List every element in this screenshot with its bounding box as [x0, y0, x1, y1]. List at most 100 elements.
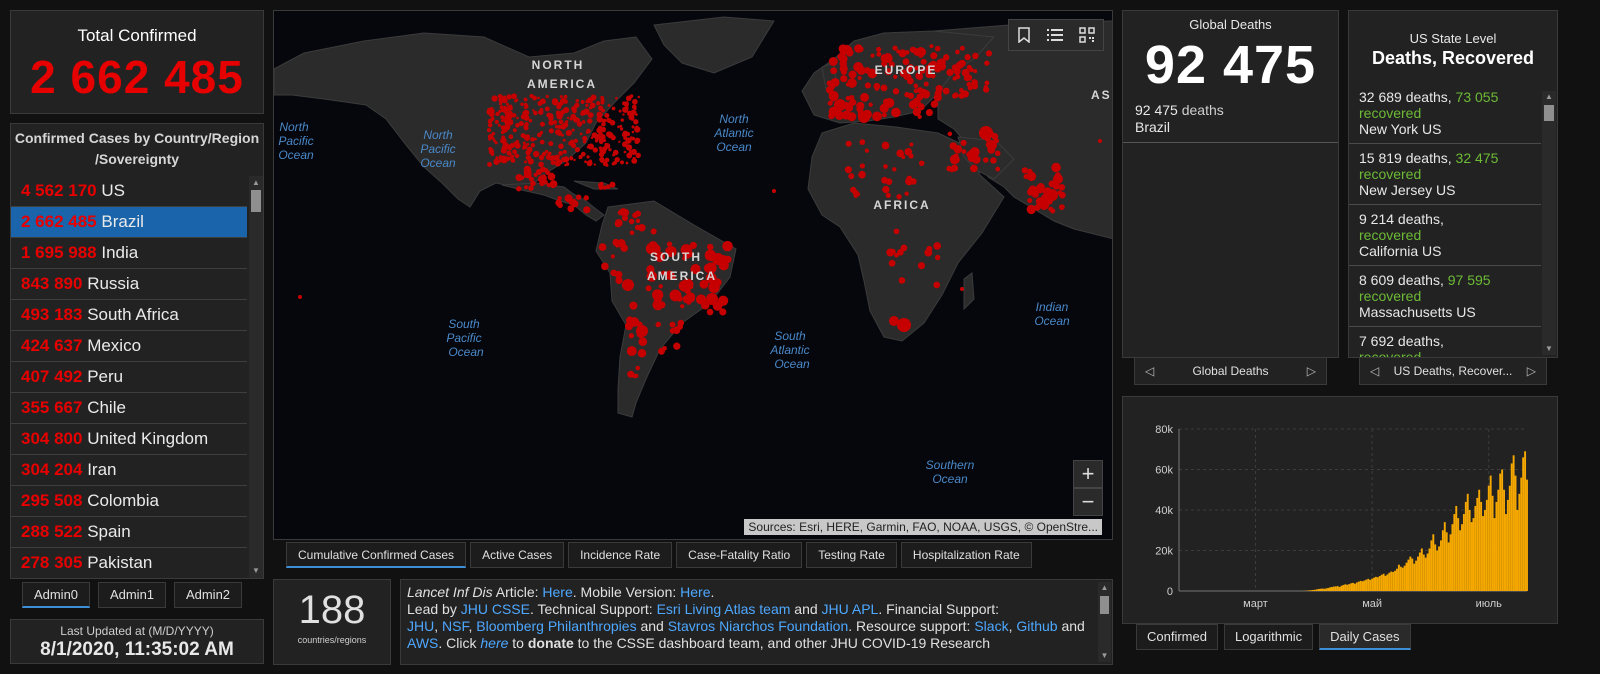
case-marker[interactable]: [864, 148, 869, 153]
country-row[interactable]: 295 508 Colombia: [11, 486, 247, 517]
case-marker[interactable]: [608, 148, 612, 152]
chart-bar[interactable]: [1518, 493, 1521, 591]
case-marker[interactable]: [490, 152, 495, 157]
case-marker[interactable]: [610, 269, 618, 277]
case-marker[interactable]: [881, 112, 887, 118]
chart-bar[interactable]: [1436, 550, 1439, 592]
case-marker[interactable]: [622, 113, 625, 116]
case-marker[interactable]: [516, 186, 522, 192]
case-marker[interactable]: [584, 160, 587, 164]
case-marker[interactable]: [508, 110, 513, 116]
case-marker[interactable]: [508, 146, 512, 151]
case-marker[interactable]: [889, 316, 899, 326]
case-marker[interactable]: [565, 129, 572, 137]
case-marker[interactable]: [598, 146, 603, 150]
scroll-up-icon[interactable]: ▲: [1098, 583, 1111, 593]
us-state-row[interactable]: 7 692 deaths, recoveredIllinois US: [1349, 327, 1541, 357]
case-marker[interactable]: [596, 101, 601, 106]
case-marker[interactable]: [892, 88, 900, 95]
case-marker[interactable]: [876, 51, 882, 57]
case-marker[interactable]: [498, 97, 505, 104]
case-marker[interactable]: [586, 145, 590, 149]
chart-bar[interactable]: [1401, 567, 1404, 591]
case-marker[interactable]: [604, 158, 607, 162]
admin-tab-2[interactable]: Admin2: [174, 582, 242, 608]
case-marker[interactable]: [589, 102, 596, 109]
case-marker[interactable]: [495, 156, 499, 160]
chart-bar[interactable]: [1336, 586, 1339, 591]
prev-arrow-icon[interactable]: ◁: [1370, 358, 1379, 385]
bloomberg-link[interactable]: Bloomberg Philanthropies: [476, 618, 636, 634]
case-marker[interactable]: [604, 113, 610, 119]
case-marker[interactable]: [979, 126, 993, 140]
next-arrow-icon[interactable]: ▷: [1307, 358, 1316, 385]
case-marker[interactable]: [497, 123, 501, 127]
case-marker[interactable]: [946, 68, 954, 77]
stavros-link[interactable]: Stavros Niarchos Foundation: [668, 618, 849, 634]
case-marker[interactable]: [505, 102, 510, 106]
case-marker[interactable]: [952, 156, 960, 164]
case-marker[interactable]: [515, 139, 520, 144]
map-tab-3[interactable]: Case-Fatality Ratio: [676, 542, 803, 568]
case-marker[interactable]: [828, 56, 838, 66]
country-row[interactable]: 304 204 Iran: [11, 455, 247, 486]
admin-tab-0[interactable]: Admin0: [22, 582, 90, 608]
case-marker[interactable]: [673, 291, 682, 300]
case-marker[interactable]: [557, 160, 562, 165]
case-marker[interactable]: [947, 131, 953, 137]
legend-list-icon[interactable]: [1047, 28, 1063, 42]
case-marker[interactable]: [918, 160, 925, 166]
case-marker[interactable]: [718, 295, 729, 306]
chart-bar[interactable]: [1462, 514, 1465, 591]
chart-bar[interactable]: [1447, 542, 1450, 591]
case-marker[interactable]: [894, 252, 899, 258]
case-marker[interactable]: [880, 84, 888, 92]
case-marker[interactable]: [523, 97, 528, 102]
case-marker[interactable]: [830, 67, 838, 75]
case-marker[interactable]: [524, 123, 528, 128]
case-marker[interactable]: [853, 62, 864, 72]
case-marker[interactable]: [966, 64, 972, 70]
case-marker[interactable]: [666, 241, 673, 247]
chart-bar[interactable]: [1440, 540, 1442, 591]
case-marker[interactable]: [603, 148, 607, 152]
chart-bar[interactable]: [1352, 582, 1354, 591]
case-marker[interactable]: [503, 117, 509, 123]
case-marker[interactable]: [864, 82, 871, 89]
case-marker[interactable]: [637, 95, 641, 99]
chart-bar[interactable]: [1321, 588, 1324, 591]
case-marker[interactable]: [634, 210, 642, 217]
country-row[interactable]: 493 183 South Africa: [11, 300, 247, 331]
case-marker[interactable]: [829, 95, 837, 102]
case-marker[interactable]: [562, 138, 566, 142]
case-marker[interactable]: [994, 150, 1001, 157]
chart-bar[interactable]: [1399, 566, 1402, 591]
country-row[interactable]: 278 305 Pakistan: [11, 548, 247, 578]
case-marker[interactable]: [618, 109, 622, 113]
chart-bar[interactable]: [1357, 581, 1360, 591]
chart-bar[interactable]: [1350, 583, 1353, 591]
case-marker[interactable]: [943, 54, 950, 61]
chart-bar[interactable]: [1394, 570, 1397, 591]
case-marker[interactable]: [1021, 167, 1028, 174]
case-marker[interactable]: [632, 156, 636, 161]
case-marker[interactable]: [706, 293, 718, 305]
case-marker[interactable]: [514, 142, 521, 149]
case-marker[interactable]: [615, 242, 620, 248]
chart-bar[interactable]: [1468, 510, 1471, 591]
case-marker[interactable]: [548, 128, 554, 134]
chart-bar[interactable]: [1483, 510, 1486, 591]
case-marker[interactable]: [658, 284, 663, 289]
case-marker[interactable]: [652, 299, 664, 311]
case-marker[interactable]: [955, 49, 960, 55]
chart-bar[interactable]: [1426, 553, 1429, 591]
case-marker[interactable]: [872, 111, 882, 122]
chart-bar[interactable]: [1461, 524, 1463, 591]
case-marker[interactable]: [982, 157, 989, 163]
chart-bar[interactable]: [1434, 544, 1437, 591]
case-marker[interactable]: [881, 141, 890, 150]
case-marker[interactable]: [559, 95, 563, 99]
case-marker[interactable]: [560, 114, 564, 117]
case-marker[interactable]: [611, 162, 616, 166]
case-marker[interactable]: [623, 150, 627, 154]
